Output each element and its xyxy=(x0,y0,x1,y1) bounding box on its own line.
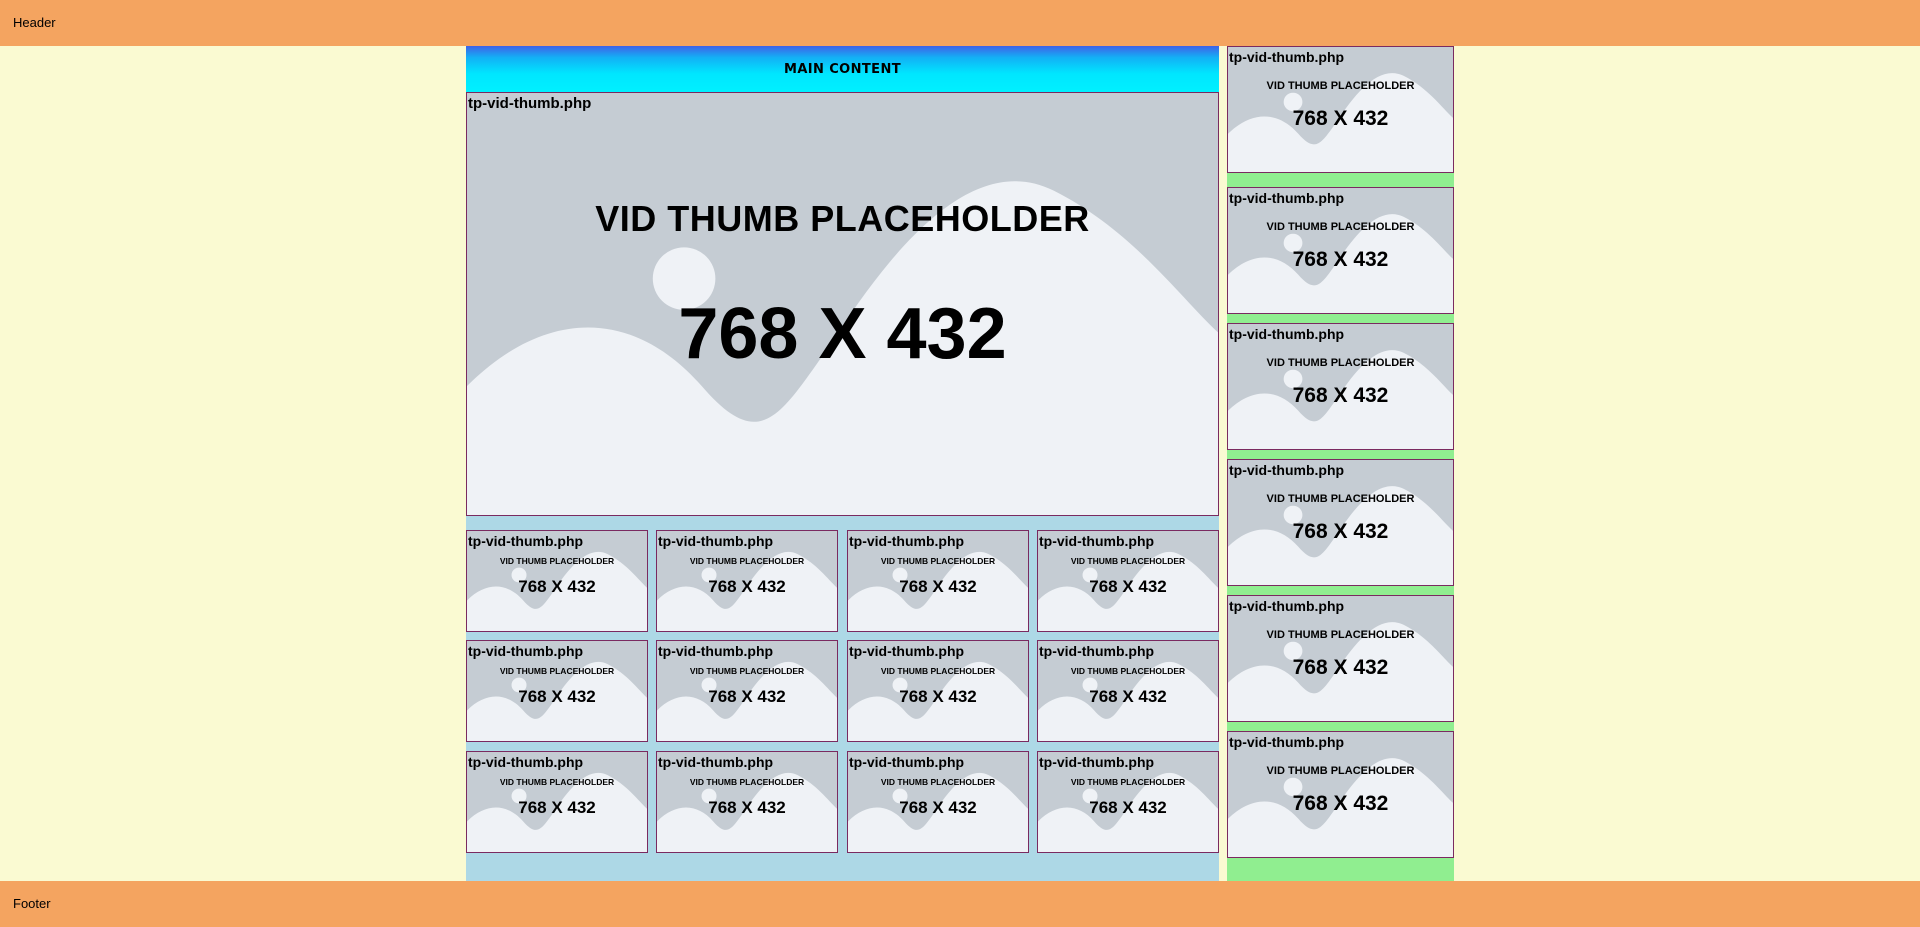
video-thumbnail[interactable]: tp-vid-thumb.php VID THUMB PLACEHOLDER 7… xyxy=(847,751,1029,853)
video-thumbnail[interactable]: tp-vid-thumb.php VID THUMB PLACEHOLDER 7… xyxy=(847,530,1029,632)
thumbnail-filename: tp-vid-thumb.php xyxy=(1229,734,1345,750)
placeholder-title: VID THUMB PLACEHOLDER xyxy=(689,666,805,676)
video-thumbnail[interactable]: tp-vid-thumb.php VID THUMB PLACEHOLDER 7… xyxy=(466,640,648,742)
video-thumbnail[interactable]: tp-vid-thumb.php VID THUMB PLACEHOLDER 7… xyxy=(1037,530,1219,632)
placeholder-title: VID THUMB PLACEHOLDER xyxy=(1070,666,1186,676)
header-label: Header xyxy=(13,15,56,30)
placeholder-title: VID THUMB PLACEHOLDER xyxy=(1266,493,1415,505)
placeholder-title: VID THUMB PLACEHOLDER xyxy=(1070,777,1186,787)
placeholder-size: 768 X 432 xyxy=(1292,107,1389,130)
placeholder-size: 768 X 432 xyxy=(518,687,596,706)
thumbnail-filename: tp-vid-thumb.php xyxy=(1229,462,1345,478)
placeholder-size: 768 X 432 xyxy=(518,577,596,596)
placeholder-title: VID THUMB PLACEHOLDER xyxy=(595,198,1090,239)
video-thumbnail[interactable]: tp-vid-thumb.php VID THUMB PLACEHOLDER 7… xyxy=(1227,459,1454,586)
thumbnail-filename: tp-vid-thumb.php xyxy=(468,754,584,770)
video-thumbnail[interactable]: tp-vid-thumb.php VID THUMB PLACEHOLDER 7… xyxy=(1227,323,1454,450)
placeholder-title: VID THUMB PLACEHOLDER xyxy=(689,777,805,787)
thumbnail-filename: tp-vid-thumb.php xyxy=(1229,190,1345,206)
thumbnail-filename: tp-vid-thumb.php xyxy=(468,643,584,659)
video-thumbnail[interactable]: tp-vid-thumb.php VID THUMB PLACEHOLDER 7… xyxy=(1037,751,1219,853)
video-thumbnail[interactable]: tp-vid-thumb.php VID THUMB PLACEHOLDER 7… xyxy=(1227,731,1454,858)
main-content: MAIN CONTENT tp-vid-thumb.php VID THUMB … xyxy=(466,46,1219,881)
placeholder-size: 768 X 432 xyxy=(1089,577,1167,596)
placeholder-title: VID THUMB PLACEHOLDER xyxy=(1266,629,1415,641)
video-thumbnail[interactable]: tp-vid-thumb.php VID THUMB PLACEHOLDER 7… xyxy=(656,640,838,742)
thumbnail-filename: tp-vid-thumb.php xyxy=(1229,326,1345,342)
page-header: Header xyxy=(0,0,1920,46)
placeholder-size: 768 X 432 xyxy=(1292,248,1389,271)
thumbnail-filename: tp-vid-thumb.php xyxy=(1229,49,1345,65)
placeholder-size: 768 X 432 xyxy=(678,294,1007,374)
placeholder-title: VID THUMB PLACEHOLDER xyxy=(880,666,996,676)
placeholder-title: VID THUMB PLACEHOLDER xyxy=(1266,80,1415,92)
placeholder-size: 768 X 432 xyxy=(708,577,786,596)
thumbnail-filename: tp-vid-thumb.php xyxy=(468,95,592,112)
video-thumbnail[interactable]: tp-vid-thumb.php VID THUMB PLACEHOLDER 7… xyxy=(847,640,1029,742)
placeholder-size: 768 X 432 xyxy=(899,687,977,706)
page-footer: Footer xyxy=(0,881,1920,927)
placeholder-size: 768 X 432 xyxy=(899,798,977,817)
thumbnail-filename: tp-vid-thumb.php xyxy=(658,754,774,770)
thumbnail-filename: tp-vid-thumb.php xyxy=(849,643,965,659)
placeholder-size: 768 X 432 xyxy=(708,798,786,817)
sidebar: tp-vid-thumb.php VID THUMB PLACEHOLDER 7… xyxy=(1227,46,1454,881)
thumbnail-filename: tp-vid-thumb.php xyxy=(1039,643,1155,659)
video-thumbnail[interactable]: tp-vid-thumb.php VID THUMB PLACEHOLDER 7… xyxy=(466,751,648,853)
placeholder-size: 768 X 432 xyxy=(518,798,596,817)
placeholder-title: VID THUMB PLACEHOLDER xyxy=(499,666,615,676)
placeholder-title: VID THUMB PLACEHOLDER xyxy=(1266,765,1415,777)
thumbnail-filename: tp-vid-thumb.php xyxy=(849,533,965,549)
placeholder-size: 768 X 432 xyxy=(1292,656,1389,679)
placeholder-title: VID THUMB PLACEHOLDER xyxy=(499,777,615,787)
video-thumbnail[interactable]: tp-vid-thumb.php VID THUMB PLACEHOLDER 7… xyxy=(1227,46,1454,173)
placeholder-size: 768 X 432 xyxy=(1089,798,1167,817)
placeholder-title: VID THUMB PLACEHOLDER xyxy=(1070,556,1186,566)
placeholder-size: 768 X 432 xyxy=(1292,792,1389,815)
video-thumbnail[interactable]: tp-vid-thumb.php VID THUMB PLACEHOLDER 7… xyxy=(1037,640,1219,742)
video-thumbnail[interactable]: tp-vid-thumb.php VID THUMB PLACEHOLDER 7… xyxy=(1227,187,1454,314)
thumbnail-filename: tp-vid-thumb.php xyxy=(849,754,965,770)
placeholder-size: 768 X 432 xyxy=(1089,687,1167,706)
placeholder-size: 768 X 432 xyxy=(708,687,786,706)
placeholder-title: VID THUMB PLACEHOLDER xyxy=(1266,357,1415,369)
video-thumbnail[interactable]: tp-vid-thumb.php VID THUMB PLACEHOLDER 7… xyxy=(656,530,838,632)
placeholder-title: VID THUMB PLACEHOLDER xyxy=(689,556,805,566)
thumbnail-filename: tp-vid-thumb.php xyxy=(658,533,774,549)
placeholder-size: 768 X 432 xyxy=(1292,384,1389,407)
thumbnail-filename: tp-vid-thumb.php xyxy=(1039,533,1155,549)
placeholder-size: 768 X 432 xyxy=(899,577,977,596)
video-thumbnail[interactable]: tp-vid-thumb.php VID THUMB PLACEHOLDER 7… xyxy=(466,530,648,632)
placeholder-title: VID THUMB PLACEHOLDER xyxy=(499,556,615,566)
video-thumbnail[interactable]: tp-vid-thumb.php VID THUMB PLACEHOLDER 7… xyxy=(656,751,838,853)
placeholder-title: VID THUMB PLACEHOLDER xyxy=(880,777,996,787)
main-content-title: MAIN CONTENT xyxy=(466,46,1219,93)
thumbnail-filename: tp-vid-thumb.php xyxy=(1039,754,1155,770)
placeholder-title: VID THUMB PLACEHOLDER xyxy=(1266,221,1415,233)
featured-video-thumbnail[interactable]: tp-vid-thumb.php VID THUMB PLACEHOLDER 7… xyxy=(466,92,1219,516)
thumbnail-filename: tp-vid-thumb.php xyxy=(1229,598,1345,614)
thumbnail-filename: tp-vid-thumb.php xyxy=(658,643,774,659)
placeholder-title: VID THUMB PLACEHOLDER xyxy=(880,556,996,566)
video-thumbnail[interactable]: tp-vid-thumb.php VID THUMB PLACEHOLDER 7… xyxy=(1227,595,1454,722)
thumbnail-filename: tp-vid-thumb.php xyxy=(468,533,584,549)
placeholder-size: 768 X 432 xyxy=(1292,520,1389,543)
footer-label: Footer xyxy=(13,896,51,911)
